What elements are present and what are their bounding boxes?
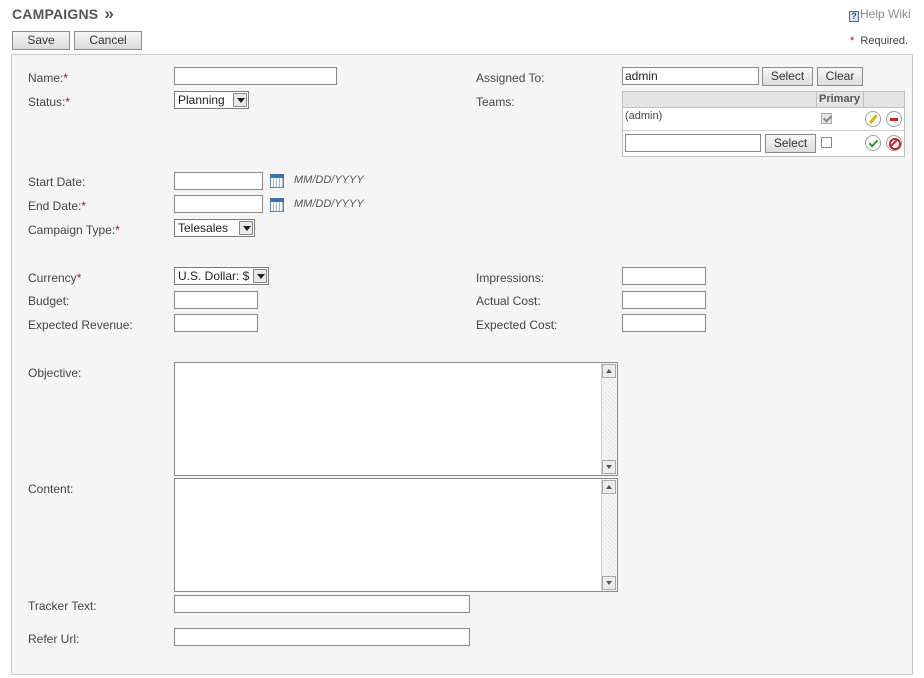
assigned-to-label: Assigned To: <box>476 71 545 85</box>
expected-cost-label: Expected Cost: <box>476 318 558 332</box>
new-team-select-button[interactable]: Select <box>765 134 816 153</box>
actual-cost-input[interactable] <box>622 291 706 309</box>
team-primary-checkbox[interactable] <box>821 113 832 124</box>
start-date-format: MM/DD/YYYY <box>294 174 364 186</box>
content-scrollbar[interactable] <box>601 479 617 591</box>
end-date-input[interactable] <box>174 195 263 213</box>
cancel-circle-icon[interactable] <box>886 135 902 151</box>
status-label: Status:* <box>28 95 71 109</box>
start-date-input[interactable] <box>174 172 263 190</box>
budget-label: Budget: <box>28 294 70 308</box>
scroll-down-icon[interactable] <box>602 576 616 590</box>
page-title-text: CAMPAIGNS <box>12 6 99 22</box>
chevron-down-icon <box>239 221 253 235</box>
name-label: Name:* <box>28 71 69 85</box>
campaign-type-select[interactable]: Telesales <box>174 219 255 237</box>
scroll-up-icon[interactable] <box>602 364 616 378</box>
chevron-down-icon <box>233 93 247 107</box>
remove-minus-icon[interactable] <box>886 111 902 127</box>
scroll-down-icon[interactable] <box>602 460 616 474</box>
status-select-value: Planning <box>178 93 225 107</box>
campaign-type-select-value: Telesales <box>178 221 229 235</box>
content-label: Content: <box>28 482 74 496</box>
teams-row-divider <box>623 130 904 131</box>
assigned-to-clear-button[interactable]: Clear <box>817 67 863 86</box>
team-name: (admin) <box>625 110 663 122</box>
new-team-input[interactable] <box>625 134 761 152</box>
teams-table: Primary (admin) Select <box>622 91 905 157</box>
required-note: * Required. <box>850 35 908 47</box>
status-select[interactable]: Planning <box>174 91 249 109</box>
objective-textarea[interactable] <box>174 362 618 476</box>
confirm-check-icon[interactable] <box>865 135 881 151</box>
primary-column-header: Primary <box>816 92 864 108</box>
currency-label: Currency* <box>28 271 82 285</box>
edit-pencil-icon[interactable] <box>865 111 881 127</box>
calendar-icon[interactable] <box>270 198 284 212</box>
expected-revenue-label: Expected Revenue: <box>28 318 133 332</box>
teams-label: Teams: <box>476 95 515 109</box>
save-button[interactable]: Save <box>12 31 70 50</box>
campaign-type-label: Campaign Type:* <box>28 223 120 237</box>
impressions-label: Impressions: <box>476 271 545 285</box>
content-textarea[interactable] <box>174 478 618 592</box>
help-wiki-label: Help Wiki <box>860 7 911 21</box>
required-text: Required. <box>860 35 909 47</box>
help-wiki-link[interactable]: ? Help Wiki <box>849 7 911 22</box>
chevron-down-icon <box>253 269 267 283</box>
tracker-text-label: Tracker Text: <box>28 599 97 613</box>
scroll-up-icon[interactable] <box>602 480 616 494</box>
end-date-format: MM/DD/YYYY <box>294 198 364 210</box>
new-team-primary-checkbox[interactable] <box>821 137 832 148</box>
currency-select-value: U.S. Dollar: $ <box>178 269 250 283</box>
refer-url-input[interactable] <box>174 628 470 646</box>
tracker-text-input[interactable] <box>174 595 470 613</box>
objective-scrollbar[interactable] <box>601 363 617 475</box>
currency-select[interactable]: U.S. Dollar: $ <box>174 267 269 285</box>
assigned-to-input[interactable] <box>622 67 759 85</box>
name-input[interactable] <box>174 67 337 85</box>
expected-cost-input[interactable] <box>622 314 706 332</box>
question-book-icon: ? <box>849 11 859 22</box>
teams-table-header: Primary <box>623 92 904 108</box>
actual-cost-label: Actual Cost: <box>476 294 541 308</box>
refer-url-label: Refer Url: <box>28 632 80 646</box>
page-title: CAMPAIGNS » <box>12 4 114 24</box>
chevron-right-icon: » <box>104 4 114 23</box>
expected-revenue-input[interactable] <box>174 314 258 332</box>
cancel-button[interactable]: Cancel <box>74 31 142 50</box>
objective-label: Objective: <box>28 366 82 380</box>
calendar-icon[interactable] <box>270 174 284 188</box>
required-asterisk: * <box>850 35 855 47</box>
start-date-label: Start Date: <box>28 175 86 189</box>
assigned-to-select-button[interactable]: Select <box>762 67 813 86</box>
budget-input[interactable] <box>174 291 258 309</box>
impressions-input[interactable] <box>622 267 706 285</box>
end-date-label: End Date:* <box>28 199 87 213</box>
